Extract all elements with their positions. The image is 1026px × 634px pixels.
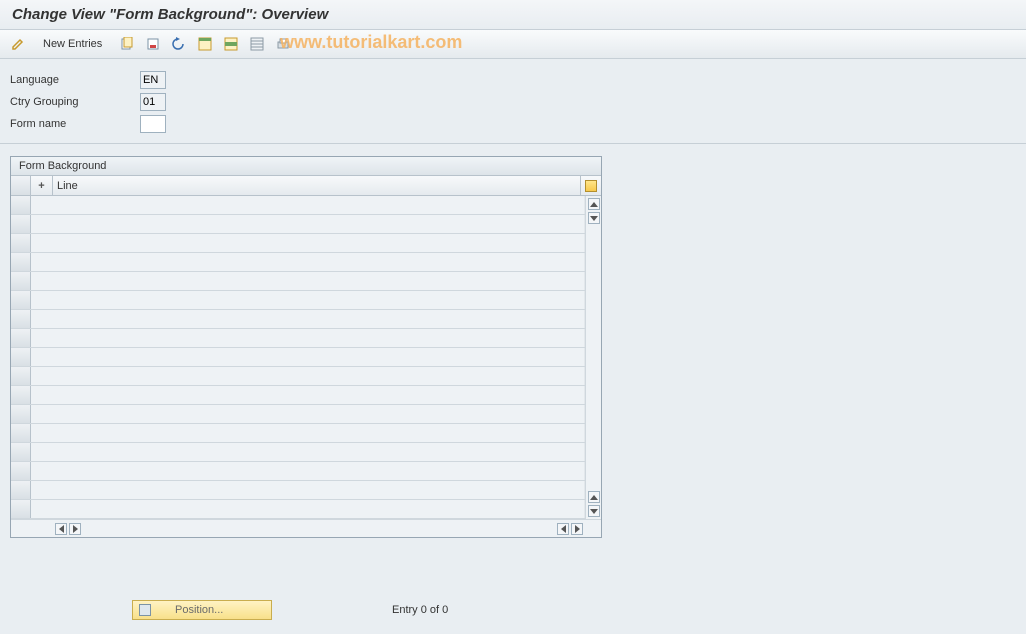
table-row[interactable] (11, 367, 585, 386)
row-selector[interactable] (11, 348, 31, 366)
position-icon (139, 604, 151, 616)
table-row[interactable] (11, 443, 585, 462)
form-name-label: Form name (10, 118, 140, 130)
ctry-grouping-label: Ctry Grouping (10, 96, 140, 108)
scroll-right-icon[interactable] (571, 523, 583, 535)
table-row[interactable] (11, 462, 585, 481)
scroll-left-icon[interactable] (55, 523, 67, 535)
table-row[interactable] (11, 424, 585, 443)
row-cell[interactable] (31, 348, 585, 366)
row-cell[interactable] (31, 462, 585, 480)
table-row[interactable] (11, 500, 585, 519)
row-selector[interactable] (11, 367, 31, 385)
row-selector[interactable] (11, 291, 31, 309)
table-row[interactable] (11, 481, 585, 500)
watermark-text: www.tutorialkart.com (280, 32, 462, 53)
row-cell[interactable] (31, 386, 585, 404)
row-selector[interactable] (11, 386, 31, 404)
position-label: Position... (175, 604, 223, 616)
row-selector[interactable] (11, 272, 31, 290)
table-row[interactable] (11, 272, 585, 291)
row-cell[interactable] (31, 329, 585, 347)
grid-title: Form Background (11, 157, 601, 176)
table-row[interactable] (11, 234, 585, 253)
row-cell[interactable] (31, 481, 585, 499)
row-cell[interactable] (31, 253, 585, 271)
entry-counter: Entry 0 of 0 (392, 604, 448, 616)
row-selector[interactable] (11, 500, 31, 518)
row-selector[interactable] (11, 462, 31, 480)
new-entries-button[interactable]: New Entries (34, 34, 111, 54)
selection-fields: Language Ctry Grouping Form name (0, 59, 1026, 144)
row-cell[interactable] (31, 500, 585, 518)
table-row[interactable] (11, 348, 585, 367)
new-entries-label: New Entries (43, 38, 102, 50)
table-row[interactable] (11, 291, 585, 310)
select-all-icon[interactable] (195, 34, 215, 54)
table-row[interactable] (11, 215, 585, 234)
row-cell[interactable] (31, 291, 585, 309)
table-row[interactable] (11, 329, 585, 348)
row-selector[interactable] (11, 253, 31, 271)
row-cell[interactable] (31, 310, 585, 328)
scroll-up-icon[interactable] (588, 198, 600, 210)
form-name-field[interactable] (140, 115, 166, 133)
table-row[interactable] (11, 386, 585, 405)
plus-column-header[interactable]: + (31, 176, 53, 195)
row-cell[interactable] (31, 215, 585, 233)
row-selector[interactable] (11, 329, 31, 347)
scroll-up-icon[interactable] (588, 491, 600, 503)
row-selector[interactable] (11, 234, 31, 252)
row-cell[interactable] (31, 424, 585, 442)
ctry-grouping-field[interactable] (140, 93, 166, 111)
row-selector[interactable] (11, 424, 31, 442)
configure-columns-button[interactable] (581, 176, 601, 195)
horizontal-scrollbar[interactable] (11, 519, 601, 537)
toggle-change-icon[interactable] (8, 34, 28, 54)
table-row[interactable] (11, 253, 585, 272)
language-field[interactable] (140, 71, 166, 89)
language-label: Language (10, 74, 140, 86)
row-cell[interactable] (31, 196, 585, 214)
row-cell[interactable] (31, 272, 585, 290)
configure-icon (585, 180, 597, 192)
row-cell[interactable] (31, 405, 585, 423)
scroll-right-icon[interactable] (69, 523, 81, 535)
row-cell[interactable] (31, 443, 585, 461)
row-selector[interactable] (11, 443, 31, 461)
grid-header: + Line (11, 176, 601, 196)
undo-change-icon[interactable] (169, 34, 189, 54)
row-selector[interactable] (11, 481, 31, 499)
select-column-header[interactable] (11, 176, 31, 195)
print-icon[interactable] (273, 34, 293, 54)
deselect-all-icon[interactable] (247, 34, 267, 54)
row-selector[interactable] (11, 196, 31, 214)
application-toolbar: New Entries www.tutorialkart.com (0, 30, 1026, 59)
table-row[interactable] (11, 405, 585, 424)
row-cell[interactable] (31, 234, 585, 252)
table-row[interactable] (11, 310, 585, 329)
form-background-grid: Form Background + Line (10, 156, 602, 538)
scroll-down-icon[interactable] (588, 505, 600, 517)
position-button[interactable]: Position... (132, 600, 272, 620)
page-title: Change View "Form Background": Overview (0, 0, 1026, 30)
vertical-scrollbar[interactable] (585, 196, 601, 519)
row-selector[interactable] (11, 215, 31, 233)
scroll-down-icon[interactable] (588, 212, 600, 224)
copy-as-icon[interactable] (117, 34, 137, 54)
row-cell[interactable] (31, 367, 585, 385)
table-row[interactable] (11, 196, 585, 215)
scroll-left-icon[interactable] (557, 523, 569, 535)
line-column-header[interactable]: Line (53, 176, 581, 195)
select-block-icon[interactable] (221, 34, 241, 54)
row-selector[interactable] (11, 405, 31, 423)
row-selector[interactable] (11, 310, 31, 328)
delete-icon[interactable] (143, 34, 163, 54)
